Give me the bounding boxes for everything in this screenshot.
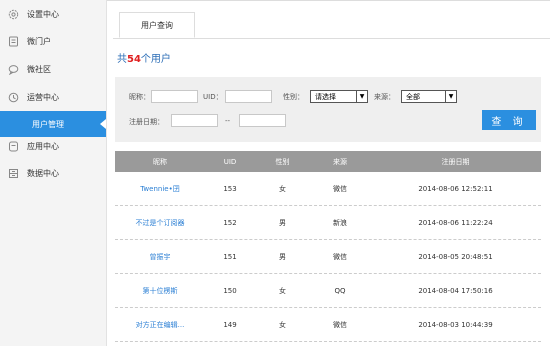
user-nickname-link[interactable]: Twennie•囝 (115, 184, 205, 194)
column-header-source: 来源 (333, 157, 347, 166)
summary-prefix: 共 (117, 54, 127, 65)
table-row: 曾振宇 151 男 微信 2014-08-05 20:48:51 (115, 240, 541, 274)
chat-icon (8, 64, 19, 75)
user-registration-date: 2014-08-06 11:22:24 (418, 218, 493, 227)
column-header-registration-date: 注册日期 (441, 157, 470, 166)
user-uid: 149 (223, 320, 237, 329)
table-row: Twennie•囝 153 女 微信 2014-08-06 12:52:11 (115, 172, 541, 206)
user-source: 微信 (333, 320, 347, 329)
user-nickname-link[interactable]: 对方正在编辑... (115, 320, 205, 330)
uid-label: UID： (203, 93, 223, 101)
user-nickname-link[interactable]: 第十位楞斯 (115, 286, 205, 296)
query-button[interactable]: 查 询 (482, 110, 536, 130)
sidebar-item-app-center[interactable]: 应用中心 (0, 133, 106, 159)
sidebar-item-label: 运营中心 (27, 92, 59, 102)
user-source: 微信 (333, 252, 347, 261)
date-range-separator: -- (225, 117, 231, 125)
chevron-down-icon: ▼ (445, 91, 456, 102)
sidebar-item-settings[interactable]: 设置中心 (0, 1, 106, 27)
filter-panel: 昵称： UID： 性别： 请选择 ▼ 来源： 全部 ▼ 注册日期： -- 查 询 (115, 77, 541, 142)
sidebar-item-label: 数据中心 (27, 168, 59, 178)
table-row: 第十位楞斯 150 女 QQ 2014-08-04 17:50:16 (115, 274, 541, 308)
user-gender: 女 (279, 286, 286, 295)
user-uid: 153 (223, 184, 237, 193)
sidebar-item-label: 微门户 (27, 36, 51, 46)
tab-user-query[interactable]: 用户查询 (119, 12, 195, 38)
gear-icon (8, 9, 19, 20)
top-divider (107, 0, 550, 3)
gender-select[interactable]: 请选择 ▼ (310, 90, 368, 103)
sidebar-item-label: 应用中心 (27, 141, 59, 151)
column-header-uid: UID (223, 157, 237, 166)
table-row: 不过是个订阅器 152 男 新浪 2014-08-06 11:22:24 (115, 206, 541, 240)
chevron-down-icon: ▼ (356, 91, 367, 102)
gender-select-value: 请选择 (315, 92, 336, 101)
user-gender: 男 (279, 218, 286, 227)
user-uid: 151 (223, 252, 237, 261)
sidebar-item-label: 用户管理 (32, 119, 64, 129)
sidebar-item-data-center[interactable]: 数据中心 (0, 160, 106, 186)
active-indicator-arrow (100, 119, 106, 129)
sidebar-item-label: 设置中心 (27, 9, 59, 19)
column-header-nickname: 昵称 (153, 157, 167, 166)
source-select-value: 全部 (406, 92, 420, 101)
main-panel: 用户查询 共54个用户 昵称： UID： 性别： 请选择 ▼ 来源： 全部 ▼ … (107, 0, 550, 346)
nickname-input[interactable] (151, 90, 198, 103)
gender-label: 性别： (283, 93, 304, 101)
user-registration-date: 2014-08-06 12:52:11 (418, 184, 493, 193)
user-source: 微信 (333, 184, 347, 193)
user-nickname-link[interactable]: 曾振宇 (115, 252, 205, 262)
uid-input[interactable] (225, 90, 272, 103)
sidebar-item-label: 微社区 (27, 64, 51, 74)
source-label: 来源： (374, 93, 395, 101)
table-row: 对方正在编辑... 149 女 微信 2014-08-03 10:44:39 (115, 308, 541, 342)
summary-suffix: 个用户 (140, 54, 171, 65)
user-count-summary: 共54个用户 (117, 50, 171, 65)
sidebar-item-micro-community[interactable]: 微社区 (0, 56, 106, 82)
user-uid: 152 (223, 218, 237, 227)
user-table: 昵称 UID 性别 来源 注册日期 Twennie•囝 153 女 微信 201… (115, 151, 541, 342)
user-gender: 男 (279, 252, 286, 261)
user-gender: 女 (279, 320, 286, 329)
date-from-input[interactable] (171, 114, 218, 127)
document-icon (8, 36, 19, 47)
user-registration-date: 2014-08-05 20:48:51 (418, 252, 493, 261)
tab-bar: 用户查询 (113, 12, 550, 39)
table-header: 昵称 UID 性别 来源 注册日期 (115, 151, 541, 172)
app-icon (8, 141, 19, 152)
user-source: QQ (334, 286, 346, 295)
date-to-input[interactable] (239, 114, 286, 127)
clock-icon (8, 92, 19, 103)
sidebar-item-operations[interactable]: 运营中心 (0, 84, 106, 110)
nickname-label: 昵称： (129, 93, 150, 101)
user-source: 新浪 (333, 218, 347, 227)
user-gender: 女 (279, 184, 286, 193)
column-header-gender: 性别 (275, 157, 290, 166)
grid-icon (8, 168, 19, 179)
user-count: 54 (127, 54, 141, 65)
user-nickname-link[interactable]: 不过是个订阅器 (115, 218, 205, 228)
sidebar: 设置中心 微门户 微社区 运营中心 用户管理 应用中心 数据中心 (0, 0, 107, 346)
user-registration-date: 2014-08-03 10:44:39 (418, 320, 493, 329)
user-registration-date: 2014-08-04 17:50:16 (418, 286, 493, 295)
registration-date-label: 注册日期： (129, 118, 164, 126)
sidebar-item-micro-portal[interactable]: 微门户 (0, 28, 106, 54)
source-select[interactable]: 全部 ▼ (401, 90, 457, 103)
user-uid: 150 (223, 286, 237, 295)
